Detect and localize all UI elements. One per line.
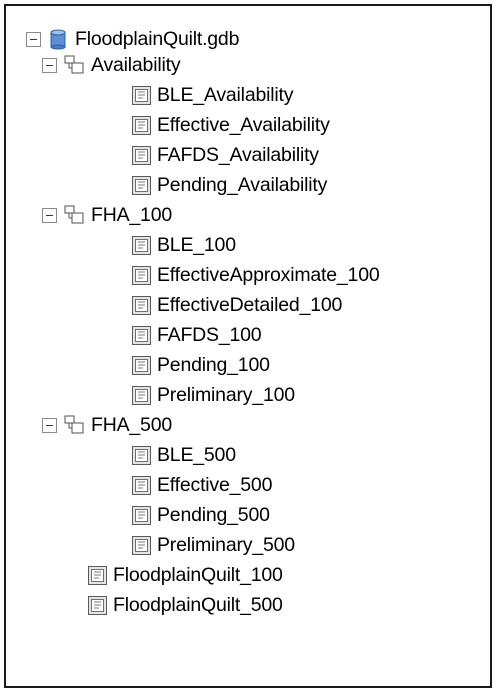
tree-node-label: BLE_Availability bbox=[157, 84, 294, 106]
tree-node-label: Pending_Availability bbox=[157, 174, 328, 196]
tree-node-label: BLE_500 bbox=[157, 444, 236, 466]
tree-node-item[interactable]: Effective_500 bbox=[132, 470, 272, 500]
tree-node-label: EffectiveApproximate_100 bbox=[157, 264, 380, 286]
raster-catalog-icon bbox=[132, 295, 151, 315]
tree-node-label: FAFDS_Availability bbox=[157, 144, 319, 166]
tree-node-label: Pending_500 bbox=[157, 504, 270, 526]
tree-node-label: Pending_100 bbox=[157, 354, 270, 376]
tree-node-label: Effective_500 bbox=[157, 474, 273, 496]
tree-node-label: EffectiveDetailed_100 bbox=[157, 294, 343, 316]
feature-dataset-icon bbox=[64, 415, 84, 434]
tree-node-item[interactable]: BLE_500 bbox=[132, 440, 236, 470]
tree-node-item[interactable]: EffectiveDetailed_100 bbox=[132, 290, 342, 320]
tree-node-item[interactable]: FloodplainQuilt_100 bbox=[88, 560, 283, 590]
tree-node-label: Effective_Availability bbox=[157, 114, 330, 136]
raster-catalog-icon bbox=[132, 115, 151, 135]
tree-node-item[interactable]: FAFDS_Availability bbox=[132, 140, 319, 170]
tree-node-dataset-fha-500[interactable]: FHA_500 bbox=[42, 410, 172, 440]
tree-node-item[interactable]: FloodplainQuilt_500 bbox=[88, 590, 283, 620]
tree-node-dataset-fha-100[interactable]: FHA_100 bbox=[42, 200, 172, 230]
tree-node-label: Preliminary_100 bbox=[157, 384, 295, 406]
feature-dataset-icon bbox=[64, 205, 84, 224]
raster-catalog-icon bbox=[132, 535, 151, 555]
raster-catalog-icon bbox=[132, 85, 151, 105]
tree-node-item[interactable]: BLE_100 bbox=[132, 230, 236, 260]
raster-catalog-icon bbox=[132, 385, 151, 405]
tree-node-dataset-availability[interactable]: Availability bbox=[42, 50, 181, 80]
tree-node-item[interactable]: Preliminary_100 bbox=[132, 380, 295, 410]
tree-node-item[interactable]: Preliminary_500 bbox=[132, 530, 295, 560]
raster-catalog-icon bbox=[132, 145, 151, 165]
tree-node-label: Preliminary_500 bbox=[157, 534, 295, 556]
collapse-icon[interactable] bbox=[42, 57, 57, 73]
tree-node-item[interactable]: Pending_500 bbox=[132, 500, 270, 530]
tree-node-label: BLE_100 bbox=[157, 234, 236, 256]
tree-node-label: FloodplainQuilt_100 bbox=[113, 564, 283, 586]
collapse-icon[interactable] bbox=[42, 207, 57, 223]
tree-node-label: FHA_100 bbox=[91, 204, 172, 226]
raster-catalog-icon bbox=[132, 325, 151, 345]
raster-catalog-icon bbox=[132, 475, 151, 495]
tree-node-label: FAFDS_100 bbox=[157, 324, 262, 346]
raster-catalog-icon bbox=[88, 595, 107, 615]
raster-catalog-icon bbox=[132, 355, 151, 375]
collapse-icon[interactable] bbox=[26, 31, 41, 47]
raster-catalog-icon bbox=[132, 505, 151, 525]
feature-dataset-icon bbox=[64, 55, 84, 74]
geodatabase-icon bbox=[50, 29, 66, 50]
raster-catalog-icon bbox=[132, 235, 151, 255]
raster-catalog-icon bbox=[132, 265, 151, 285]
tree-node-item[interactable]: EffectiveApproximate_100 bbox=[132, 260, 380, 290]
tree-node-label: FHA_500 bbox=[91, 414, 172, 436]
tree-node-item[interactable]: FAFDS_100 bbox=[132, 320, 262, 350]
tree-node-item[interactable]: BLE_Availability bbox=[132, 80, 293, 110]
tree-node-item[interactable]: Pending_Availability bbox=[132, 170, 327, 200]
tree-node-item[interactable]: Effective_Availability bbox=[132, 110, 330, 140]
tree-node-item[interactable]: Pending_100 bbox=[132, 350, 270, 380]
tree-node-label: Availability bbox=[91, 54, 181, 76]
catalog-tree-panel: FloodplainQuilt.gdb Availability BLE_Ava… bbox=[4, 4, 492, 688]
tree-node-label: FloodplainQuilt_500 bbox=[113, 594, 283, 616]
collapse-icon[interactable] bbox=[42, 417, 57, 433]
raster-catalog-icon bbox=[88, 565, 107, 585]
raster-catalog-icon bbox=[132, 445, 151, 465]
raster-catalog-icon bbox=[132, 175, 151, 195]
